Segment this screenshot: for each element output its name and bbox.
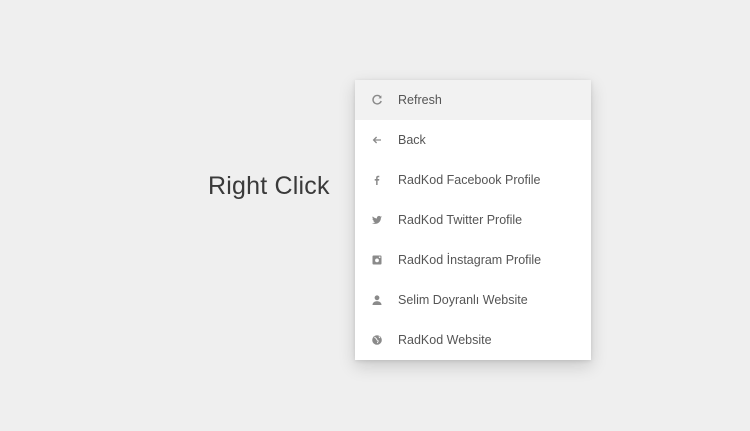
right-click-hint: Right Click (208, 172, 330, 200)
menu-item-radkod-website[interactable]: RadKod Website (355, 320, 591, 360)
menu-item-back[interactable]: Back (355, 120, 591, 160)
page-canvas[interactable]: Right Click Refresh Back RadKod Facebook… (0, 0, 750, 431)
menu-item-refresh[interactable]: Refresh (355, 80, 591, 120)
menu-item-label: RadKod İnstagram Profile (398, 253, 542, 267)
refresh-icon (371, 94, 383, 106)
facebook-icon (371, 174, 383, 186)
arrow-left-icon (371, 134, 383, 146)
globe-icon (371, 334, 383, 346)
menu-item-label: RadKod Website (398, 333, 492, 347)
menu-item-label: Refresh (398, 93, 442, 107)
menu-item-instagram[interactable]: RadKod İnstagram Profile (355, 240, 591, 280)
instagram-icon (371, 254, 383, 266)
menu-item-label: RadKod Twitter Profile (398, 213, 523, 227)
menu-item-facebook[interactable]: RadKod Facebook Profile (355, 160, 591, 200)
menu-item-label: Selim Doyranlı Website (398, 293, 528, 307)
menu-item-selim-website[interactable]: Selim Doyranlı Website (355, 280, 591, 320)
menu-item-label: Back (398, 133, 426, 147)
twitter-icon (371, 214, 383, 226)
menu-item-label: RadKod Facebook Profile (398, 173, 541, 187)
context-menu: Refresh Back RadKod Facebook Profile Rad… (355, 80, 591, 360)
menu-item-twitter[interactable]: RadKod Twitter Profile (355, 200, 591, 240)
user-icon (371, 294, 383, 306)
